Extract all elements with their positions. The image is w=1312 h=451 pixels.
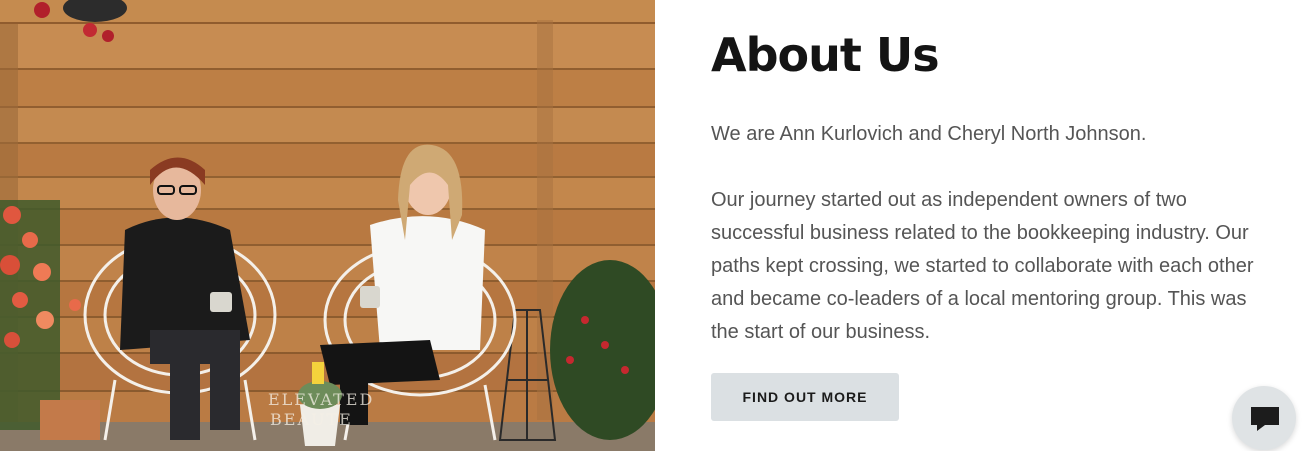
about-photo: ELEVATED BEAUTE [0, 0, 655, 451]
watermark-text-top: ELEVATED [268, 390, 374, 409]
find-out-more-button[interactable]: FIND OUT MORE [711, 373, 899, 421]
watermark-text-bottom: BEAUTE [270, 410, 353, 429]
story-paragraph: Our journey started out as independent o… [711, 189, 1254, 343]
chat-bubble-icon [1251, 407, 1279, 431]
photo-illustration: ELEVATED BEAUTE [0, 0, 655, 451]
intro-paragraph: We are Ann Kurlovich and Cheryl North Jo… [711, 123, 1147, 145]
chat-launcher-button[interactable] [1232, 386, 1296, 450]
page-title: About Us [711, 28, 940, 82]
